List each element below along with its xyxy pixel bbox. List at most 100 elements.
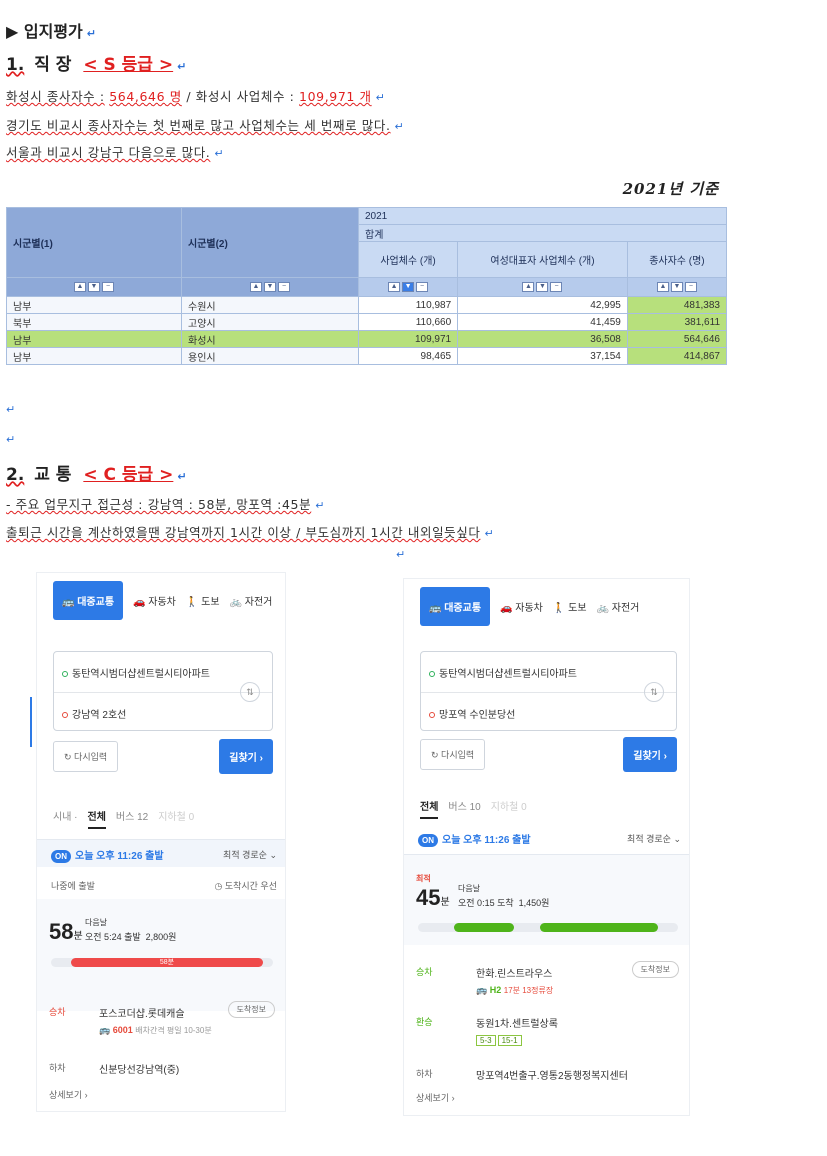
filter-subway[interactable]: 지하철 0 — [491, 798, 527, 819]
details-link[interactable]: 상세보기 › — [49, 1088, 88, 1101]
cell-business: 98,465 — [357, 347, 459, 365]
filter-tabs: 시내 · 전체 버스 12 지하철 0 — [53, 808, 194, 829]
tab-walk[interactable]: 🚶 도보 — [186, 593, 220, 608]
paragraph-mark: ↵ — [396, 548, 406, 561]
cell-business: 110,660 — [357, 313, 459, 331]
destination-field[interactable]: 강남역 2호선 — [62, 706, 126, 721]
sort-controls[interactable]: ▲ ▼ − — [357, 277, 459, 297]
board-tag: 승차 — [49, 1007, 66, 1017]
tab-bike[interactable]: 🚲 자전거 — [230, 593, 273, 608]
tab-transit[interactable]: 🚌 대중교통 — [420, 587, 491, 626]
section1-seoul-note: 서울과 비교시 강남구 다음으로 많다. ↵ — [6, 145, 225, 160]
tab-walk[interactable]: 🚶 도보 — [553, 599, 587, 614]
section2-commute: 출퇴근 시간을 계산하였을땐 강남역까지 1시간 이상 / 부도심까지 1시간 … — [6, 525, 495, 540]
section2-access: - 주요 업무지구 접근성 : 강남역 : 58분, 망포역 :45분 ↵ — [6, 497, 326, 512]
section1-title: 1. 직 장 < S 등급 > ↵ — [6, 55, 187, 75]
transfer-stop: 동원1차.센트럴상록 — [476, 1019, 558, 1030]
find-route-button[interactable]: 길찾기 › — [219, 739, 273, 774]
next-day-label: 다음날 — [85, 918, 108, 927]
paragraph-mark: ↵ — [6, 433, 16, 446]
sort-controls[interactable]: ▲ ▼ − — [6, 277, 182, 297]
departure-bar[interactable]: ON 오늘 오후 11:26 출발 최적 경로순 ⌄ — [404, 821, 689, 855]
sort-controls[interactable]: ▲ ▼ − — [457, 277, 628, 297]
cell-city: 화성시 — [181, 330, 359, 348]
statistics-table: 시군별(1) 시군별(2) 2021 합계 사업체수 (개) 여성대표자 사업체… — [6, 207, 728, 365]
basis-year-label: 2021년 기준 — [622, 180, 719, 198]
sort-dropdown[interactable]: 최적 경로순 ⌄ — [627, 832, 681, 845]
sort-controls-row: ▲ ▼ − ▲ ▼ − ▲ ▼ − ▲ ▼ − ▲ ▼ − — [6, 277, 728, 297]
route-card-gangnam: 🚌 대중교통 🚗 자동차 🚶 도보 🚲 자전거 동탄역시범더샵센트럴시티아파트 … — [36, 572, 286, 1112]
arrival-info-button[interactable]: 도착정보 — [227, 1001, 275, 1018]
reset-button[interactable]: ↻ 다시입력 — [420, 739, 486, 770]
cell-workers: 481,383 — [626, 296, 728, 314]
tab-car[interactable]: 🚗 자동차 — [133, 593, 176, 608]
route-inputs: 동탄역시범더샵센트럴시티아파트 강남역 2호선 ⇅ — [53, 651, 273, 731]
filter-bus[interactable]: 버스 10 — [448, 798, 480, 819]
sort-controls[interactable]: ▲ ▼ − — [626, 277, 728, 297]
cell-region: 북부 — [6, 313, 182, 331]
later-departure[interactable]: 나중에 출발 — [51, 879, 95, 892]
route-time: 오전 5:24 출발 2,800원 — [85, 932, 177, 942]
board-tag: 승차 — [416, 967, 433, 977]
filter-subway[interactable]: 지하철 0 — [158, 808, 194, 829]
best-route-tag: 최적 — [416, 874, 431, 883]
route-bar-fill: 58분 — [71, 958, 263, 967]
bus-info: 🚌 H2 17분 13정류장 — [476, 985, 554, 995]
cell-city: 수원시 — [181, 296, 359, 314]
filter-all[interactable]: 전체 — [87, 808, 106, 829]
section-heading: ▶ 입지평가 ↵ — [6, 22, 96, 41]
section1-gyeonggi-note: 경기도 비교시 종사자수는 첫 번째로 많고 사업체수는 세 번째로 많다. ↵ — [6, 118, 405, 133]
tab-car[interactable]: 🚗 자동차 — [500, 599, 543, 614]
destination-field[interactable]: 망포역 수인분당선 — [429, 706, 515, 721]
transport-tabs: 🚌 대중교통 🚗 자동차 🚶 도보 🚲 자전거 — [420, 587, 639, 626]
swap-icon[interactable]: ⇅ — [240, 682, 260, 702]
arrival-info-button[interactable]: 도착정보 — [631, 961, 679, 978]
filter-city[interactable]: 시내 · — [53, 808, 78, 829]
filter-bus[interactable]: 버스 12 — [116, 808, 148, 829]
origin-field[interactable]: 동탄역시범더샵센트럴시티아파트 — [62, 665, 210, 680]
paragraph-mark: ↵ — [6, 403, 16, 416]
route-time: 오전 0:15 도착 1,450원 — [458, 898, 550, 908]
arrival-priority[interactable]: ◷ 도착시간 우선 — [214, 879, 277, 892]
origin-field[interactable]: 동탄역시범더샵센트럴시티아파트 — [429, 665, 577, 680]
alight-stop: 망포역4번출구.영통2동행정복지센터 — [476, 1071, 628, 1082]
route-bar-segment2 — [540, 923, 658, 932]
board-stop: 포스코더샵.롯데캐슬 — [99, 1009, 185, 1020]
details-link[interactable]: 상세보기 › — [416, 1091, 455, 1104]
filter-all[interactable]: 전체 — [420, 798, 439, 819]
swap-icon[interactable]: ⇅ — [644, 682, 664, 702]
on-badge: ON — [418, 834, 438, 847]
table-row: 남부 수원시 110,987 42,995 481,383 — [6, 296, 728, 314]
tab-transit[interactable]: 🚌 대중교통 — [53, 581, 124, 620]
table-row: 북부 고양시 110,660 41,459 381,611 — [6, 313, 728, 331]
find-route-button[interactable]: 길찾기 › — [623, 737, 677, 772]
tab-bike[interactable]: 🚲 자전거 — [597, 599, 640, 614]
cell-business: 110,987 — [357, 296, 459, 314]
col-header-workers: 종사자수 (명) — [626, 241, 728, 278]
next-day-label: 다음날 — [458, 884, 481, 893]
route-duration: 45분 — [416, 885, 450, 910]
section2-title: 2. 교 통 < C 등급 > ↵ — [6, 465, 187, 485]
route-duration: 58분 — [49, 919, 83, 944]
cell-workers: 564,646 — [626, 330, 728, 348]
cell-city: 용인시 — [181, 347, 359, 365]
col-header-female: 여성대표자 사업체수 (개) — [457, 241, 628, 278]
col-header-city: 시군별(2) — [181, 207, 359, 278]
route-card-mangpo: 🚌 대중교통 🚗 자동차 🚶 도보 🚲 자전거 동탄역시범더샵센트럴시티아파트 … — [403, 578, 690, 1116]
route-inputs: 동탄역시범더샵센트럴시티아파트 망포역 수인분당선 ⇅ — [420, 651, 677, 731]
bus-info: 🚌 6001 배차간격 평일 10-30분 — [99, 1025, 212, 1035]
transfer-tag: 환승 — [416, 1017, 433, 1027]
sort-dropdown[interactable]: 최적 경로순 ⌄ — [223, 848, 277, 861]
section1-stats: 화성시 종사자수 : 564,646 명 / 화성시 사업체수 : 109,97… — [6, 89, 386, 104]
bus-tags: 5-3 15-1 — [476, 1035, 524, 1046]
table-row-highlighted: 남부 화성시 109,971 36,508 564,646 — [6, 330, 728, 348]
filter-tabs: 전체 버스 10 지하철 0 — [420, 798, 527, 819]
board-stop: 한화.린스트라우스 — [476, 969, 553, 980]
destination-dot-icon — [62, 712, 68, 718]
route-bar-segment1 — [454, 923, 514, 932]
sort-controls[interactable]: ▲ ▼ − — [181, 277, 359, 297]
cell-female: 42,995 — [457, 296, 628, 314]
destination-dot-icon — [429, 712, 435, 718]
reset-button[interactable]: ↻ 다시입력 — [53, 741, 119, 772]
departure-bar[interactable]: ON 오늘 오후 11:26 출발 최적 경로순 ⌄ — [37, 839, 285, 867]
